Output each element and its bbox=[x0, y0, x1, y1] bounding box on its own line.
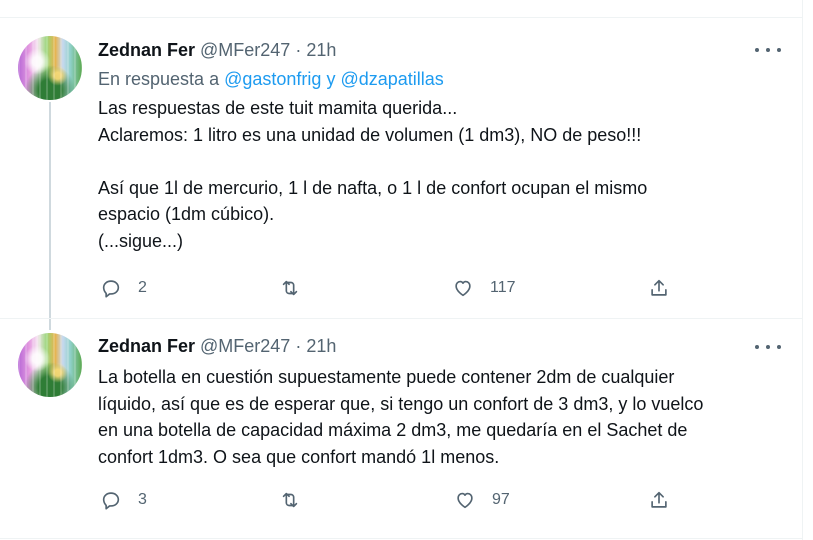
share-button[interactable] bbox=[648, 488, 670, 512]
reply-count: 2 bbox=[138, 279, 147, 296]
tweet-text-line: líquido, así que es de esperar que, si t… bbox=[98, 393, 704, 414]
tweet-text: La botella en cuestión supuestamente pue… bbox=[98, 364, 798, 470]
tweet-text-line: (...sigue...) bbox=[98, 230, 184, 251]
like-button[interactable]: 97 bbox=[454, 488, 510, 512]
thread-connector-line bbox=[49, 102, 51, 330]
tweet-actions: 2 117 bbox=[98, 276, 698, 300]
tweet-text: Las respuestas de este tuit mamita queri… bbox=[98, 95, 798, 254]
tweet-header: Zednan Fer @MFer247 · 21h bbox=[98, 335, 336, 357]
retweet-button[interactable] bbox=[279, 488, 317, 512]
speech-bubble-icon bbox=[102, 492, 120, 510]
author-handle[interactable]: @MFer247 bbox=[200, 336, 290, 357]
reply-context: En respuesta a @gastonfrig y @dzapatilla… bbox=[98, 69, 444, 90]
tweet-text-line: La botella en cuestión supuestamente pue… bbox=[98, 367, 675, 387]
tweet-text-line: espacio (1dm cúbico). bbox=[98, 204, 275, 224]
author-handle[interactable]: @MFer247 bbox=[200, 40, 290, 61]
more-dots-icon[interactable] bbox=[755, 44, 781, 56]
header-separator: · bbox=[295, 335, 302, 356]
tweet-1[interactable]: Zednan Fer @MFer247 · 21h En respuesta a… bbox=[0, 0, 802, 330]
tweet-text-line bbox=[98, 148, 798, 175]
retweet-arrows-icon bbox=[282, 280, 298, 296]
like-button[interactable]: 117 bbox=[452, 276, 516, 300]
speech-bubble-icon bbox=[102, 280, 120, 298]
reply-count: 3 bbox=[138, 491, 147, 508]
author-name[interactable]: Zednan Fer bbox=[98, 40, 195, 61]
tweet-text-line: Las respuestas de este tuit mamita queri… bbox=[98, 98, 458, 118]
like-count: 117 bbox=[490, 279, 516, 296]
reply-button[interactable]: 3 bbox=[100, 488, 147, 512]
share-button[interactable] bbox=[648, 276, 670, 300]
tweet-actions: 3 97 bbox=[98, 488, 698, 512]
more-dots-icon[interactable] bbox=[755, 341, 781, 353]
tweet-2[interactable]: Zednan Fer @MFer247 · 21h La botella en … bbox=[0, 319, 802, 538]
upload-share-icon bbox=[651, 491, 667, 508]
column-border bbox=[802, 0, 803, 540]
heart-icon bbox=[455, 280, 471, 297]
header-separator: · bbox=[295, 39, 302, 60]
heart-icon bbox=[457, 492, 473, 509]
retweet-arrows-icon bbox=[282, 492, 298, 508]
author-name[interactable]: Zednan Fer bbox=[98, 336, 195, 357]
reply-button[interactable]: 2 bbox=[100, 276, 147, 300]
bottom-divider bbox=[0, 538, 802, 539]
timestamp[interactable]: 21h bbox=[306, 336, 336, 357]
reply-prefix: En respuesta a bbox=[98, 69, 220, 89]
mention-link[interactable]: @gastonfrig bbox=[224, 69, 321, 89]
tweet-text-line: confort 1dm3. O sea que confort mandó 1l… bbox=[98, 446, 500, 467]
tweet-text-line: Así que 1l de mercurio, 1 l de nafta, o … bbox=[98, 177, 648, 198]
reply-conjunction: y bbox=[326, 69, 336, 89]
tweet-text-line: en una botella de capacidad máxima 2 dm3… bbox=[98, 420, 688, 440]
like-count: 97 bbox=[492, 491, 510, 508]
mention-link[interactable]: @dzapatillas bbox=[340, 69, 443, 89]
tweet-header: Zednan Fer @MFer247 · 21h bbox=[98, 39, 336, 61]
upload-share-icon bbox=[651, 279, 667, 296]
timestamp[interactable]: 21h bbox=[306, 40, 336, 61]
avatar[interactable] bbox=[18, 333, 82, 397]
avatar[interactable] bbox=[18, 36, 82, 100]
retweet-button[interactable] bbox=[279, 276, 317, 300]
tweet-text-line: Aclaremos: 1 litro es una unidad de volu… bbox=[98, 124, 642, 145]
